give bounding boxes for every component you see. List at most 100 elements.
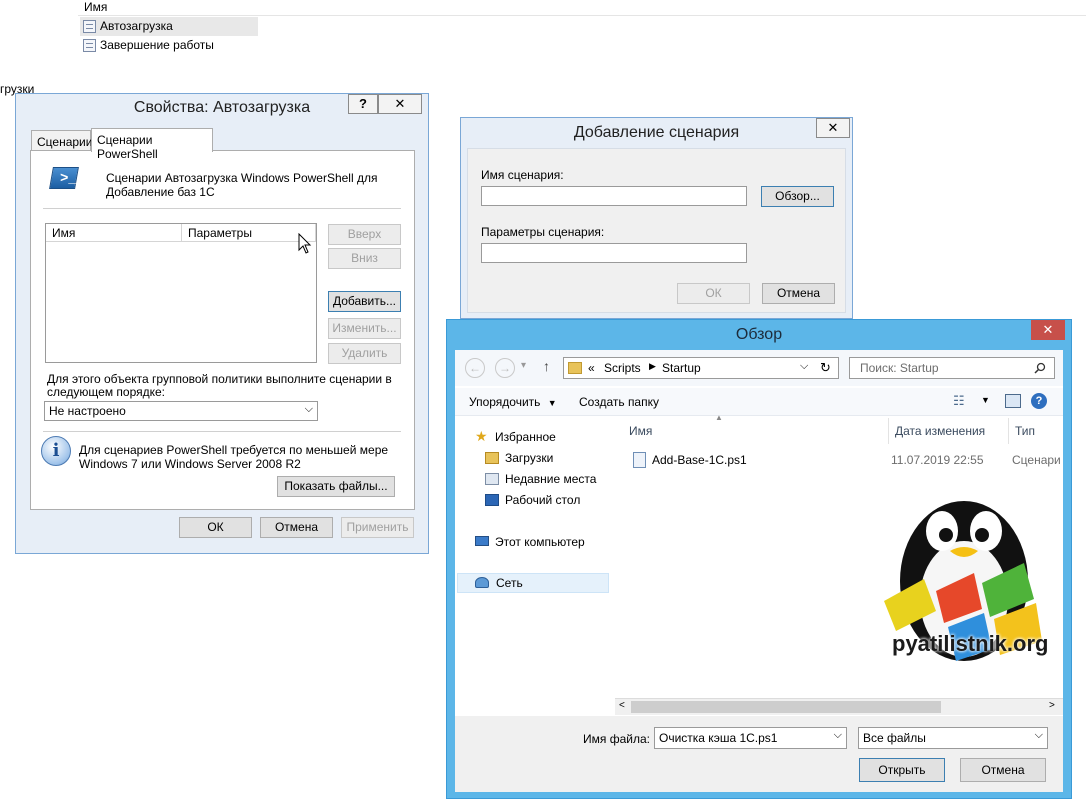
info-icon: i xyxy=(41,436,71,466)
horizontal-scrollbar[interactable]: < > xyxy=(615,698,1063,715)
close-button[interactable]: ✕ xyxy=(378,94,422,114)
chevron-down-icon: ⌵ xyxy=(1034,729,1043,741)
open-button[interactable]: Открыть xyxy=(859,758,945,782)
search-placeholder: Поиск: Startup xyxy=(860,361,939,375)
refresh-icon[interactable]: ↻ xyxy=(820,360,831,376)
close-button[interactable]: ✕ xyxy=(816,118,850,138)
preview-pane-icon[interactable] xyxy=(1005,394,1021,408)
cancel-button[interactable]: Отмена xyxy=(762,283,835,304)
column-parameters[interactable]: Параметры xyxy=(182,224,316,242)
tree-label: Загрузки xyxy=(505,451,554,465)
column-name[interactable]: Имя xyxy=(623,418,889,444)
search-icon xyxy=(1034,362,1046,374)
penguin-logo-art xyxy=(884,501,1042,661)
scroll-right-icon[interactable]: > xyxy=(1049,700,1055,711)
chevron-down-icon[interactable]: ⌵ xyxy=(800,360,808,373)
breadcrumb-scripts[interactable]: Scripts xyxy=(604,361,641,375)
file-row[interactable]: Add-Base-1C.ps1 11.07.2019 22:55 Сценари xyxy=(623,450,1063,470)
show-files-button[interactable]: Показать файлы... xyxy=(277,476,395,497)
dialog-title: Обзор xyxy=(735,326,783,343)
description-line-1: Сценарии Автозагрузка Windows PowerShell… xyxy=(106,171,378,185)
script-params-input[interactable] xyxy=(481,243,747,263)
tree-item-this-pc[interactable]: Этот компьютер xyxy=(475,533,585,551)
script-name-label: Имя сценария: xyxy=(481,168,564,182)
list-item-startup[interactable]: Автозагрузка xyxy=(80,17,258,36)
column-name[interactable]: Имя xyxy=(46,224,182,242)
tree-item-downloads[interactable]: Загрузки xyxy=(485,449,554,467)
tree-label: Недавние места xyxy=(505,472,597,486)
navigation-tree: ★ Избранное Загрузки Недавние места Рабо… xyxy=(455,418,613,718)
toolbar: Упорядочить ▼ Создать папку ☷ ▼ ? xyxy=(455,388,1063,416)
organize-button[interactable]: Упорядочить ▼ xyxy=(469,395,557,409)
forward-arrow-icon[interactable]: → xyxy=(495,358,515,378)
dialog-title: Добавление сценария xyxy=(573,124,740,141)
view-options-icon[interactable]: ☷ xyxy=(953,393,965,409)
apply-button[interactable]: Применить xyxy=(341,517,414,538)
tree-item-network[interactable]: Сеть xyxy=(457,573,609,593)
desktop-icon xyxy=(485,494,499,506)
chevron-down-icon[interactable]: ▼ xyxy=(981,395,990,405)
powershell-icon: >_ xyxy=(49,167,79,189)
file-date: 11.07.2019 22:55 xyxy=(891,453,984,467)
tree-item-favorites[interactable]: ★ Избранное xyxy=(475,428,556,446)
column-type[interactable]: Тип xyxy=(1009,418,1063,444)
chevron-down-icon: ▼ xyxy=(547,398,557,408)
ok-button[interactable]: ОК xyxy=(179,517,252,538)
back-arrow-icon[interactable]: ← xyxy=(465,358,485,378)
network-icon xyxy=(475,577,489,588)
chevron-down-icon: ⌵ xyxy=(304,403,313,415)
script-name-input[interactable] xyxy=(481,186,747,206)
order-label-line-1: Для этого объекта групповой политики вып… xyxy=(47,372,392,386)
filename-label: Имя файла: xyxy=(583,732,650,746)
computer-icon xyxy=(475,536,489,546)
watermark-text: pyatilistnik.org xyxy=(892,631,1049,656)
close-button[interactable]: ✕ xyxy=(1031,320,1065,340)
column-date-modified[interactable]: Дата изменения xyxy=(889,418,1009,444)
filename-value: Очистка кэша 1С.ps1 xyxy=(659,731,778,745)
filename-input[interactable]: Очистка кэша 1С.ps1 ⌵ xyxy=(654,727,847,749)
script-policy-icon xyxy=(83,20,96,33)
ps1-file-icon xyxy=(633,452,646,468)
mouse-cursor-icon xyxy=(298,233,312,254)
tree-item-recent-places[interactable]: Недавние места xyxy=(485,470,597,488)
breadcrumb-startup[interactable]: Startup xyxy=(662,361,701,375)
script-policy-icon xyxy=(83,39,96,52)
tab-powershell-scripts[interactable]: Сценарии PowerShell xyxy=(91,128,213,161)
order-select[interactable]: Не настроено ⌵ xyxy=(44,401,318,421)
tree-label: Рабочий стол xyxy=(505,493,581,507)
tree-label: Этот компьютер xyxy=(495,535,585,549)
tab-scripts[interactable]: Сценарии xyxy=(31,130,92,152)
downloads-folder-icon xyxy=(485,452,499,464)
properties-dialog: Свойства: Автозагрузка ? ✕ Сценарии Сцен… xyxy=(15,93,429,554)
column-header-name[interactable]: Имя xyxy=(84,0,107,14)
breadcrumb-separator-icon: ▶ xyxy=(649,361,656,371)
remove-button[interactable]: Удалить xyxy=(328,343,401,364)
ok-button[interactable]: ОК xyxy=(677,283,750,304)
up-arrow-icon[interactable]: ↑ xyxy=(543,358,550,374)
filetype-select[interactable]: Все файлы ⌵ xyxy=(858,727,1048,749)
folder-icon xyxy=(568,362,582,374)
cancel-button[interactable]: Отмена xyxy=(260,517,333,538)
scrollbar-thumb[interactable] xyxy=(631,701,941,713)
navigation-bar: ← → ▾ ↑ « Scripts ▶ Startup ⌵ ↻ Поиск: S… xyxy=(455,350,1063,386)
tree-item-desktop[interactable]: Рабочий стол xyxy=(485,491,581,509)
list-item-shutdown[interactable]: Завершение работы xyxy=(80,36,258,55)
history-chevron-icon[interactable]: ▾ xyxy=(521,360,526,371)
move-up-button[interactable]: Вверх xyxy=(328,224,401,245)
star-icon: ★ xyxy=(475,428,488,444)
move-down-button[interactable]: Вниз xyxy=(328,248,401,269)
edit-button[interactable]: Изменить... xyxy=(328,318,401,339)
help-icon[interactable]: ? xyxy=(1031,393,1047,409)
add-button[interactable]: Добавить... xyxy=(328,291,401,312)
cancel-button[interactable]: Отмена xyxy=(960,758,1046,782)
list-header xyxy=(78,0,1086,16)
scroll-left-icon[interactable]: < xyxy=(619,700,625,711)
browse-button[interactable]: Обзор... xyxy=(761,186,834,207)
help-button[interactable]: ? xyxy=(348,94,378,114)
address-bar[interactable]: « Scripts ▶ Startup ⌵ ↻ xyxy=(563,357,839,379)
order-select-value: Не настроено xyxy=(49,404,126,418)
new-folder-button[interactable]: Создать папку xyxy=(579,395,659,409)
search-input[interactable]: Поиск: Startup xyxy=(849,357,1055,379)
description-line-2: Добавление баз 1С xyxy=(106,185,215,199)
scripts-list[interactable]: Имя Параметры xyxy=(45,223,317,363)
